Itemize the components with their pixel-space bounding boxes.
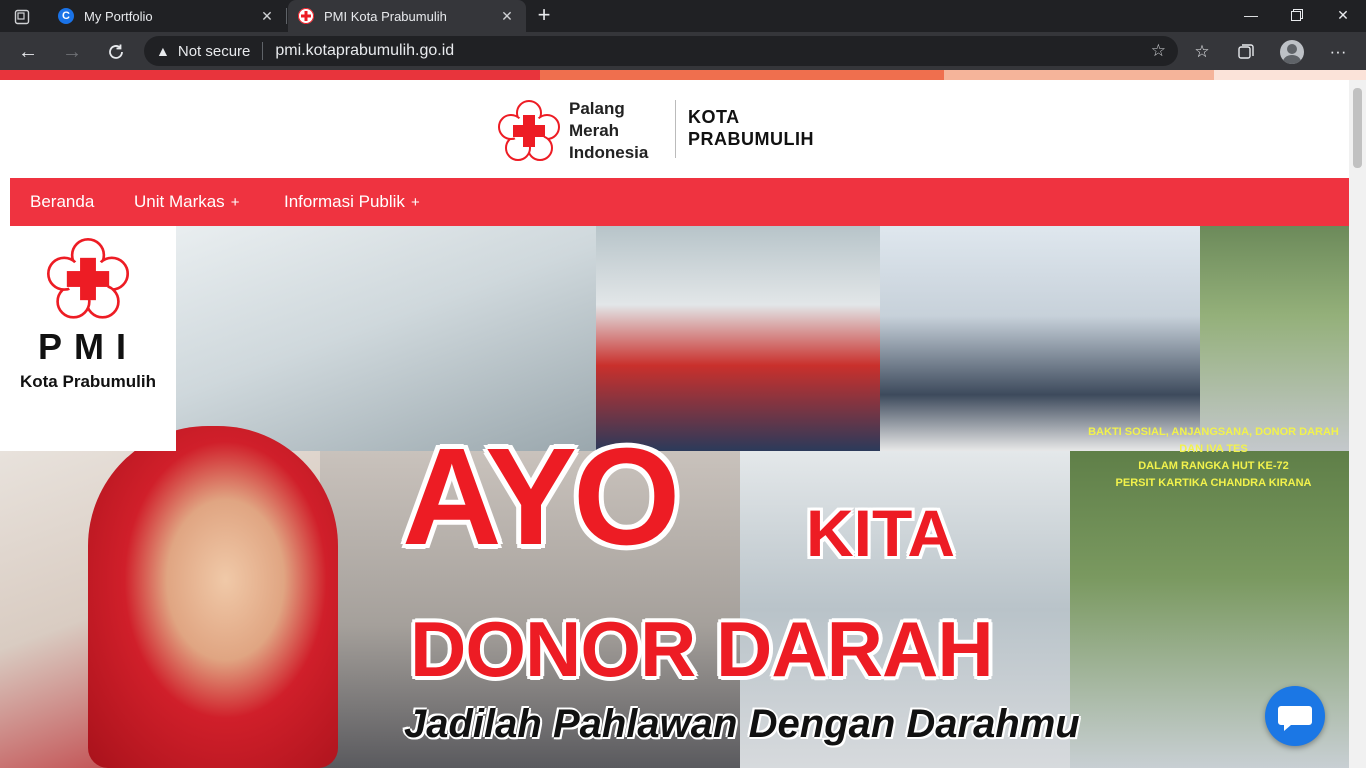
org-name-line: Merah — [569, 121, 620, 140]
more-menu-icon[interactable]: ··· — [1324, 38, 1352, 66]
tagline: Jadilah Pahlawan Dengan Darahmu — [404, 702, 1080, 746]
new-tab-button[interactable]: + — [532, 4, 556, 28]
close-icon[interactable]: ✕ — [498, 7, 516, 25]
org-name: Palang Merah Indonesia — [569, 98, 648, 164]
tab-separator — [286, 8, 287, 24]
accent-bar-orange — [540, 70, 944, 80]
logo-divider — [675, 100, 676, 158]
card-title: PMI — [37, 326, 138, 367]
close-icon[interactable]: ✕ — [258, 7, 276, 25]
pmi-flower-icon — [298, 8, 314, 24]
pmi-logo-card: PMI Kota Prabumulih — [0, 226, 176, 451]
headline-donor-darah: DONOR DARAH — [410, 605, 994, 693]
hero-banner[interactable]: BAKTI SOSIAL, ANJANGSANA, DONOR DARAH DA… — [0, 226, 1349, 768]
restore-icon[interactable] — [1274, 0, 1320, 30]
nav-item-beranda[interactable]: Beranda — [10, 178, 114, 226]
profile-avatar[interactable] — [1280, 40, 1304, 64]
pmi-flower-icon — [498, 100, 560, 161]
event-banner: BAKTI SOSIAL, ANJANGSANA, DONOR DARAH DA… — [1078, 424, 1349, 492]
event-banner-line: BAKTI SOSIAL, ANJANGSANA, DONOR DARAH DA… — [1088, 426, 1339, 455]
city-name-line: KOTA — [688, 107, 740, 127]
headline-ayo: AYO — [402, 420, 680, 574]
card-subtitle: Kota Prabumulih — [19, 372, 156, 391]
event-banner-line: PERSIT KARTIKA CHANDRA KIRANA — [1115, 477, 1312, 489]
org-name-line: Palang — [569, 99, 625, 118]
tab-my-portfolio[interactable]: C My Portfolio ✕ — [48, 0, 286, 32]
window-controls: — ✕ — [1228, 0, 1366, 30]
headline-kita: KITA — [806, 496, 956, 570]
portfolio-favicon-icon: C — [58, 8, 74, 24]
pmi-flower-icon — [47, 238, 129, 319]
back-arrow-icon[interactable]: ← — [14, 38, 42, 66]
address-bar[interactable]: ▲ Not secure pmi.kotaprabumulih.go.id ☆ — [144, 36, 1178, 66]
add-favorite-icon[interactable]: ☆ — [1151, 41, 1166, 61]
tab-strip: C My Portfolio ✕ PMI Kota Prabumulih ✕ +… — [0, 0, 1366, 32]
org-name-line: Indonesia — [569, 143, 649, 162]
nav-item-unit-markas[interactable]: Unit Markas — [114, 178, 259, 226]
omnibox-divider — [262, 42, 264, 60]
woman-portrait — [88, 426, 338, 768]
forward-arrow-icon[interactable]: → — [58, 38, 86, 66]
tab-actions-icon[interactable] — [8, 6, 36, 28]
collections-icon[interactable] — [1232, 38, 1260, 66]
page-scrollbar[interactable] — [1349, 80, 1366, 768]
tab-pmi-kota-prabumulih[interactable]: PMI Kota Prabumulih ✕ — [288, 0, 526, 32]
city-name: KOTA PRABUMULIH — [688, 106, 814, 150]
scrollbar-thumb[interactable] — [1353, 88, 1362, 168]
photo-donor-bed — [596, 226, 880, 451]
tab-title: PMI Kota Prabumulih — [324, 8, 447, 24]
event-banner-line: DALAM RANGKA HUT KE-72 — [1138, 460, 1289, 472]
reload-icon[interactable] — [102, 38, 130, 66]
photo-outdoor-donor — [1200, 226, 1349, 451]
site-logo[interactable]: Palang Merah Indonesia KOTA PRABUMULIH — [498, 98, 818, 162]
tab-title: My Portfolio — [84, 8, 153, 24]
accent-bar-peach — [944, 70, 1214, 80]
accent-bar-light — [1214, 70, 1366, 80]
browser-toolbar: ← → ▲ Not secure pmi.kotaprabumulih.go.i… — [0, 32, 1366, 70]
url-text[interactable]: pmi.kotaprabumulih.go.id — [275, 42, 454, 60]
main-navigation: Beranda Unit Markas Informasi Publik — [10, 176, 1349, 226]
security-label[interactable]: Not secure — [178, 43, 251, 60]
chat-button[interactable] — [1265, 686, 1325, 746]
nav-item-informasi-publik[interactable]: Informasi Publik — [264, 178, 440, 226]
close-window-icon[interactable]: ✕ — [1320, 0, 1366, 30]
page-viewport: Palang Merah Indonesia KOTA PRABUMULIH B… — [0, 70, 1366, 768]
accent-bar-red — [0, 70, 540, 80]
minimize-icon[interactable]: — — [1228, 0, 1274, 30]
city-name-line: PRABUMULIH — [688, 129, 814, 149]
favorites-icon[interactable]: ☆ — [1188, 38, 1216, 66]
photo-donor-hall — [176, 226, 596, 451]
photo-officials-group — [880, 226, 1200, 451]
warning-icon[interactable]: ▲ — [156, 43, 170, 59]
chat-bubble-icon — [1278, 706, 1312, 731]
